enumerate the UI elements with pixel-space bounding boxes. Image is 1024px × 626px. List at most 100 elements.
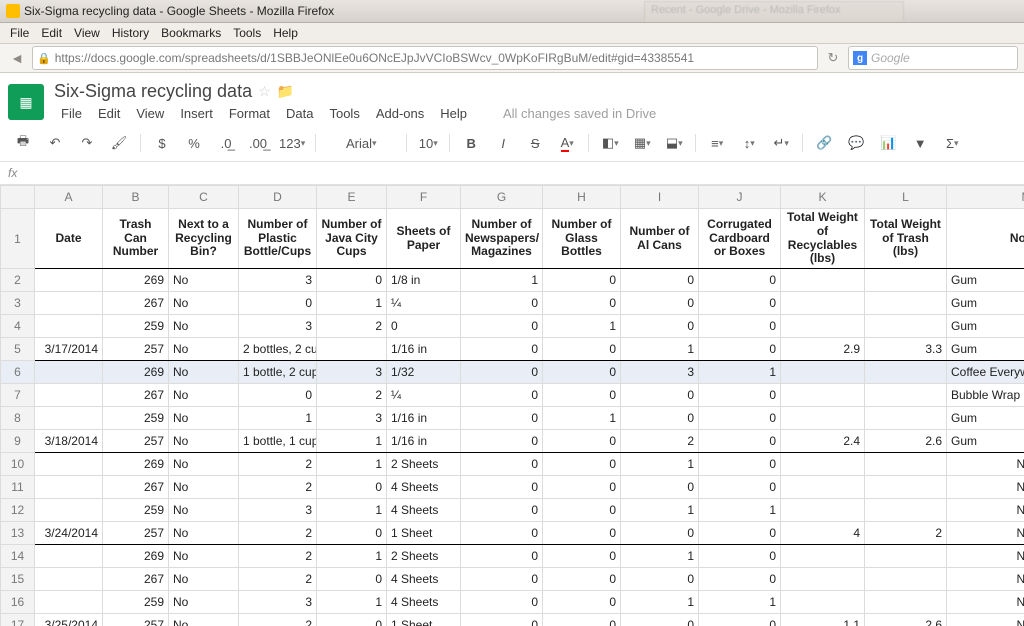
col-header[interactable]: L [865, 186, 947, 209]
fill-color-button[interactable]: ◧ [595, 131, 625, 155]
cell[interactable]: ¼ [387, 384, 461, 407]
row-header[interactable]: 6 [1, 361, 35, 384]
cell[interactable]: 3/24/2014 [35, 522, 103, 545]
cell[interactable]: N/A [947, 453, 1024, 476]
cell[interactable]: No [169, 522, 239, 545]
borders-button[interactable]: ▦ [627, 131, 657, 155]
col-header[interactable]: H [543, 186, 621, 209]
cell[interactable]: 3 [239, 315, 317, 338]
cell[interactable]: 0 [699, 522, 781, 545]
cell[interactable]: 1/16 in [387, 407, 461, 430]
sheets-menu-data[interactable]: Data [279, 104, 320, 123]
italic-button[interactable]: I [488, 131, 518, 155]
font-size-select[interactable]: 10 [413, 131, 443, 155]
cell[interactable]: 0 [543, 453, 621, 476]
cell[interactable]: 2.6 [865, 430, 947, 453]
browser-menu-help[interactable]: Help [267, 26, 304, 40]
cell[interactable]: 0 [461, 430, 543, 453]
cell[interactable]: Bubble Wrap [947, 384, 1024, 407]
insert-link-button[interactable]: 🔗 [809, 131, 839, 155]
cell[interactable]: 0 [543, 361, 621, 384]
cell[interactable]: No [169, 453, 239, 476]
cell[interactable]: N/A [947, 476, 1024, 499]
cell[interactable]: No [169, 499, 239, 522]
cell[interactable]: No [169, 315, 239, 338]
cell[interactable]: 0 [461, 476, 543, 499]
cell[interactable]: 1 [239, 407, 317, 430]
row-header[interactable]: 15 [1, 568, 35, 591]
cell[interactable]: Gum [947, 315, 1024, 338]
row-header[interactable]: 10 [1, 453, 35, 476]
sheets-menu-format[interactable]: Format [222, 104, 277, 123]
cell[interactable] [781, 476, 865, 499]
doc-title[interactable]: Six-Sigma recycling data [54, 81, 252, 102]
cell[interactable]: 1 [621, 338, 699, 361]
cell[interactable]: 0 [543, 269, 621, 292]
cell[interactable]: 269 [103, 453, 169, 476]
url-bar[interactable]: 🔒 https://docs.google.com/spreadsheets/d… [32, 46, 818, 70]
cell[interactable]: 0 [543, 384, 621, 407]
sheets-logo-icon[interactable]: ▦ [8, 84, 44, 120]
valign-button[interactable]: ↕ [734, 131, 764, 155]
select-all-cell[interactable] [1, 186, 35, 209]
cell[interactable]: 267 [103, 292, 169, 315]
cell[interactable]: 0 [699, 476, 781, 499]
header-cell[interactable]: Number of Plastic Bottle/Cups [239, 209, 317, 269]
formula-bar[interactable]: fx [0, 162, 1024, 185]
cell[interactable]: 4 [781, 522, 865, 545]
cell[interactable]: 4 Sheets [387, 568, 461, 591]
cell[interactable]: 0 [461, 338, 543, 361]
cell[interactable]: 1 [621, 545, 699, 568]
cell[interactable]: 2 [239, 614, 317, 626]
cell[interactable] [865, 407, 947, 430]
cell[interactable] [865, 315, 947, 338]
cell[interactable]: No [169, 361, 239, 384]
sheets-menu-help[interactable]: Help [433, 104, 474, 123]
sheet-grid[interactable]: A B C D E F G H I J K L M 1 Date Trash C… [0, 185, 1024, 626]
cell[interactable]: 0 [699, 384, 781, 407]
cell[interactable] [35, 591, 103, 614]
cell[interactable]: 3 [317, 407, 387, 430]
cell[interactable]: 0 [699, 430, 781, 453]
cell[interactable]: No [169, 338, 239, 361]
cell[interactable]: 0 [239, 384, 317, 407]
cell[interactable]: 0 [699, 269, 781, 292]
browser-menu-tools[interactable]: Tools [227, 26, 267, 40]
cell[interactable]: 1 [317, 499, 387, 522]
cell[interactable]: 2 Sheets [387, 453, 461, 476]
sheets-menu-addons[interactable]: Add-ons [369, 104, 431, 123]
folder-icon[interactable]: 📁 [277, 83, 294, 100]
cell[interactable]: 4 Sheets [387, 591, 461, 614]
cell[interactable]: 257 [103, 338, 169, 361]
cell[interactable]: 257 [103, 614, 169, 626]
cell[interactable]: 0 [621, 614, 699, 626]
text-color-button[interactable]: A [552, 131, 582, 155]
cell[interactable]: 257 [103, 522, 169, 545]
col-header[interactable]: E [317, 186, 387, 209]
header-cell[interactable]: Corrugated Cardboard or Boxes [699, 209, 781, 269]
format-currency-button[interactable]: $ [147, 131, 177, 155]
cell[interactable]: 0 [317, 476, 387, 499]
cell[interactable]: 0 [461, 315, 543, 338]
cell[interactable]: Gum [947, 407, 1024, 430]
format-percent-button[interactable]: % [179, 131, 209, 155]
cell[interactable]: N/A [947, 568, 1024, 591]
cell[interactable]: 259 [103, 407, 169, 430]
cell[interactable]: 3.3 [865, 338, 947, 361]
cell[interactable]: 1 [317, 292, 387, 315]
cell[interactable]: 4 Sheets [387, 476, 461, 499]
cell[interactable] [35, 361, 103, 384]
cell[interactable] [35, 269, 103, 292]
cell[interactable]: 1/32 [387, 361, 461, 384]
cell[interactable]: 0 [699, 453, 781, 476]
row-header[interactable]: 7 [1, 384, 35, 407]
cell[interactable] [781, 384, 865, 407]
cell[interactable]: 0 [543, 499, 621, 522]
cell[interactable]: 1 [461, 269, 543, 292]
header-cell[interactable]: Total Weight of Recyclables (lbs) [781, 209, 865, 269]
row-header[interactable]: 13 [1, 522, 35, 545]
col-header[interactable]: B [103, 186, 169, 209]
cell[interactable]: 267 [103, 384, 169, 407]
cell[interactable] [35, 453, 103, 476]
cell[interactable]: 1/16 in [387, 338, 461, 361]
